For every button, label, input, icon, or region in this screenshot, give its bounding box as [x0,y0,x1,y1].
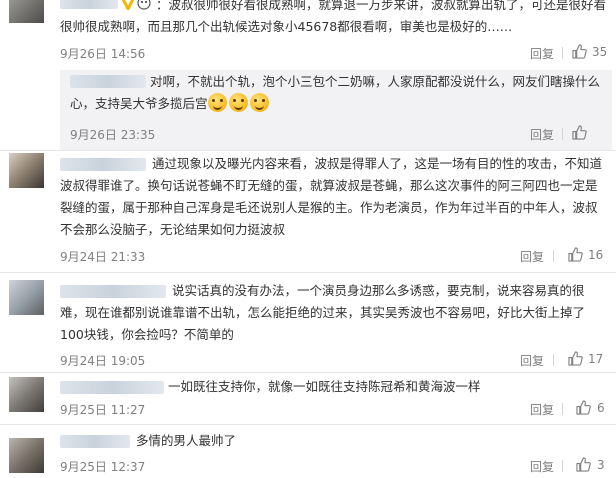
comment-divider [0,372,616,373]
comment-text: 多情的男人最帅了 [136,433,237,448]
comment-time: 9月24日 19:05 [60,354,146,368]
thumbs-up-icon[interactable] [576,457,591,472]
divider [562,403,563,415]
reply-button[interactable]: 回复 [530,458,554,475]
avatar[interactable] [9,0,44,23]
like-count: 6 [597,401,605,415]
like-count: 35 [592,45,608,59]
thumbs-up-icon[interactable] [572,125,587,140]
grin-emoji-icon [249,93,269,112]
divider [562,460,563,472]
avatar[interactable] [9,438,44,473]
comment-time: 9月25日 12:37 [60,460,146,474]
comment-text: 说实话真的没有办法，一个演员身边那么多诱惑，要克制，说来容易真的很难，现在谁都别… [60,283,586,342]
reply-button[interactable]: 回复 [530,45,554,62]
grin-emoji-icon [207,93,227,112]
comment-text: 通过现象以及曝光内容来看，波叔是得罪人了，这是一场有目的性的攻击，不知道波叔得罪… [60,156,603,237]
comment-time: 9月24日 21:33 [60,250,146,264]
reply-text: 对啊，不就出个轨，泡个小三包个二奶嘛，人家原配都没说什么，网友们瞎操什么心，支持… [70,74,601,112]
comment-divider [0,272,616,273]
reply-button[interactable]: 回复 [530,126,554,143]
like-count: 17 [588,352,604,366]
thumbs-up-icon[interactable] [572,44,587,59]
reply-button[interactable]: 回复 [520,352,544,369]
divider [553,250,554,262]
like-count: 16 [588,248,604,262]
reply-time: 9月26日 23:35 [70,128,156,142]
divider [553,354,554,366]
grin-emoji-icon [228,93,248,112]
reply-button[interactable]: 回复 [520,248,544,265]
comment-time: 9月25日 11:27 [60,403,146,417]
avatar[interactable] [9,153,44,188]
comment-text: 一如既往支持你，就像一如既往支持陈冠希和黄海波一样 [168,379,481,394]
comment-text: ：波叔很帅很好看很成熟啊，就算退一万步来讲，波叔就算出轨了，可还是很好看很帅很成… [60,0,607,34]
thumbs-up-icon[interactable] [576,400,591,415]
avatar[interactable] [9,280,44,315]
comment-time: 9月26日 14:56 [60,47,146,61]
divider [562,128,563,140]
divider [562,47,563,59]
comment-divider [0,424,616,425]
comment-divider [0,150,616,151]
reply-button[interactable]: 回复 [530,401,554,418]
thumbs-up-icon[interactable] [568,351,583,366]
thumbs-up-icon[interactable] [568,247,583,262]
like-count: 3 [597,458,605,472]
avatar[interactable] [9,377,44,412]
